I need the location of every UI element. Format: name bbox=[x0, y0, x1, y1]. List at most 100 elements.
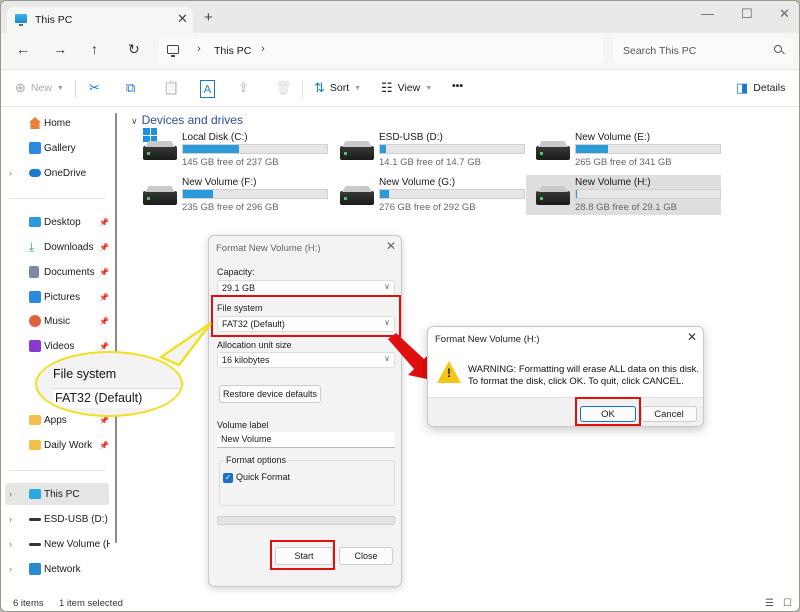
cut-icon: ✂ bbox=[89, 80, 100, 95]
chevron-down-icon: ∨ bbox=[384, 282, 390, 291]
breadcrumb-chevron-icon[interactable]: › bbox=[261, 43, 265, 55]
chevron-right-icon[interactable]: › bbox=[9, 564, 12, 574]
paste-icon: 📋 bbox=[163, 80, 180, 95]
section-devices-and-drives[interactable]: ∨ Devices and drives bbox=[131, 113, 243, 127]
drive-usage-bar bbox=[182, 144, 328, 154]
navigation-pane: Home Gallery › OneDrive Desktop 📌 ⤓ Down… bbox=[1, 107, 119, 593]
chevron-down-icon: ▼ bbox=[425, 84, 433, 92]
sidebar-item-desktop[interactable]: Desktop 📌 bbox=[5, 211, 109, 233]
drive-tile[interactable]: New Volume (H:) 28.8 GB free of 29.1 GB bbox=[526, 175, 721, 215]
drive-tile[interactable]: ESD-USB (D:) 14.1 GB free of 14.7 GB bbox=[330, 130, 525, 170]
downloads-icon: ⤓ bbox=[29, 240, 35, 254]
file-explorer-window: This PC ✕ + — ☐ ✕ ← → ↑ ↻ › This PC › Se… bbox=[0, 0, 800, 612]
quick-format-label[interactable]: Quick Format bbox=[236, 472, 290, 482]
close-icon[interactable]: ✕ bbox=[386, 239, 396, 253]
capacity-select[interactable]: 29.1 GB ∨ bbox=[217, 280, 395, 296]
drive-name: ESD-USB (D:) bbox=[379, 132, 443, 143]
pin-icon[interactable]: 📌 bbox=[99, 268, 109, 277]
view-button[interactable]: ☷ View ▼ bbox=[381, 80, 432, 96]
cut-button[interactable]: ✂ bbox=[89, 80, 100, 96]
chevron-down-icon: ▼ bbox=[354, 84, 362, 92]
drive-tile[interactable]: New Volume (G:) 276 GB free of 292 GB bbox=[330, 175, 525, 215]
new-button[interactable]: ⊕ New ▼ bbox=[15, 80, 64, 96]
format-dialog: Format New Volume (H:) ✕ Capacity: 29.1 … bbox=[208, 235, 402, 587]
sort-button[interactable]: ⇅ Sort ▼ bbox=[314, 80, 361, 96]
format-dialog-title: Format New Volume (H:) bbox=[216, 243, 321, 254]
sort-label: Sort bbox=[329, 82, 350, 94]
sidebar-item-esd-usb[interactable]: › ESD-USB (D:) bbox=[5, 508, 109, 530]
pin-icon[interactable]: 📌 bbox=[99, 218, 109, 227]
this-pc-icon bbox=[15, 14, 27, 26]
sidebar-item-music[interactable]: Music 📌 bbox=[5, 310, 109, 332]
drive-tile[interactable]: New Volume (F:) 235 GB free of 296 GB bbox=[133, 175, 328, 215]
sidebar-item-downloads[interactable]: ⤓ Downloads 📌 bbox=[5, 236, 109, 258]
drive-usage-bar bbox=[379, 144, 525, 154]
capacity-label: Capacity: bbox=[217, 267, 255, 277]
sidebar-item-gallery[interactable]: Gallery bbox=[5, 137, 109, 159]
more-options-button[interactable]: ••• bbox=[452, 80, 463, 92]
minimize-button[interactable]: — bbox=[701, 6, 714, 21]
chevron-right-icon[interactable]: › bbox=[9, 489, 12, 499]
search-input[interactable]: Search This PC bbox=[613, 38, 793, 64]
chevron-right-icon[interactable]: › bbox=[9, 168, 12, 178]
maximize-button[interactable]: ☐ bbox=[741, 6, 753, 22]
quick-format-checkbox[interactable]: ✓ bbox=[223, 473, 233, 483]
close-window-button[interactable]: ✕ bbox=[779, 6, 790, 22]
sidebar-item-network[interactable]: › Network bbox=[5, 558, 109, 580]
sidebar-scrollbar[interactable] bbox=[115, 113, 117, 543]
pin-icon[interactable]: 📌 bbox=[99, 441, 109, 450]
volume-label-input[interactable]: New Volume bbox=[217, 432, 395, 448]
tiles-view-icon[interactable]: ☐ bbox=[783, 598, 792, 609]
refresh-button[interactable]: ↻ bbox=[128, 41, 140, 58]
back-button[interactable]: ← bbox=[16, 41, 30, 57]
navigation-bar: ← → ↑ ↻ › This PC › Search This PC bbox=[1, 33, 799, 69]
breadcrumb-chevron-icon[interactable]: › bbox=[197, 43, 201, 55]
sidebar-item-pictures[interactable]: Pictures 📌 bbox=[5, 286, 109, 308]
up-button[interactable]: ↑ bbox=[91, 41, 98, 57]
pin-icon[interactable]: 📌 bbox=[99, 342, 109, 351]
allocation-unit-select[interactable]: 16 kilobytes ∨ bbox=[217, 352, 395, 368]
drive-tile[interactable]: Local Disk (C:) 145 GB free of 237 GB bbox=[133, 128, 328, 170]
sidebar-item-onedrive[interactable]: › OneDrive bbox=[5, 162, 109, 184]
search-placeholder: Search This PC bbox=[623, 45, 697, 57]
details-pane-button[interactable]: ◨ Details bbox=[736, 80, 785, 96]
warning-line-1: WARNING: Formatting will erase ALL data … bbox=[468, 364, 700, 375]
sidebar-item-new-volume-h[interactable]: › New Volume (H bbox=[5, 533, 110, 555]
chevron-right-icon[interactable]: › bbox=[9, 514, 12, 524]
share-icon: ⇪ bbox=[238, 80, 249, 95]
sidebar-item-documents[interactable]: Documents 📌 bbox=[5, 261, 109, 283]
details-view-icon[interactable]: ☰ bbox=[765, 598, 774, 609]
paste-button[interactable]: 📋 bbox=[163, 80, 179, 96]
tab-this-pc[interactable]: This PC ✕ bbox=[7, 7, 193, 33]
title-bar: This PC ✕ + — ☐ ✕ bbox=[1, 1, 799, 33]
onedrive-icon bbox=[29, 169, 41, 177]
chevron-down-icon: ∨ bbox=[131, 116, 138, 126]
sidebar-item-this-pc[interactable]: › This PC bbox=[5, 483, 109, 505]
cancel-button[interactable]: Cancel bbox=[641, 406, 697, 422]
videos-icon bbox=[29, 340, 41, 352]
sidebar-item-daily-work[interactable]: Daily Work 📌 bbox=[5, 434, 109, 456]
drive-name: New Volume (F:) bbox=[182, 177, 257, 188]
rename-button[interactable]: Ａ bbox=[200, 80, 215, 98]
share-button[interactable]: ⇪ bbox=[238, 80, 249, 96]
copy-button[interactable]: ⧉ bbox=[126, 80, 135, 96]
delete-button[interactable]: 🗑 bbox=[275, 80, 292, 96]
documents-icon bbox=[29, 266, 39, 278]
close-button[interactable]: Close bbox=[339, 547, 393, 565]
drive-tile[interactable]: New Volume (E:) 265 GB free of 341 GB bbox=[526, 130, 721, 170]
close-tab-icon[interactable]: ✕ bbox=[177, 11, 188, 27]
address-bar[interactable]: › This PC › bbox=[159, 38, 603, 64]
drive-free-space: 145 GB free of 237 GB bbox=[182, 157, 279, 168]
chevron-right-icon[interactable]: › bbox=[9, 539, 12, 549]
hard-drive-icon bbox=[143, 191, 177, 205]
sidebar-item-home[interactable]: Home bbox=[5, 112, 109, 134]
pin-icon[interactable]: 📌 bbox=[99, 293, 109, 302]
forward-button[interactable]: → bbox=[53, 41, 67, 57]
delete-icon: 🗑 bbox=[275, 80, 292, 95]
pin-icon[interactable]: 📌 bbox=[99, 317, 109, 326]
close-icon[interactable]: ✕ bbox=[687, 330, 697, 344]
new-tab-button[interactable]: + bbox=[204, 10, 213, 25]
restore-defaults-button[interactable]: Restore device defaults bbox=[219, 385, 321, 403]
breadcrumb-this-pc[interactable]: This PC bbox=[214, 45, 251, 57]
pin-icon[interactable]: 📌 bbox=[99, 243, 109, 252]
